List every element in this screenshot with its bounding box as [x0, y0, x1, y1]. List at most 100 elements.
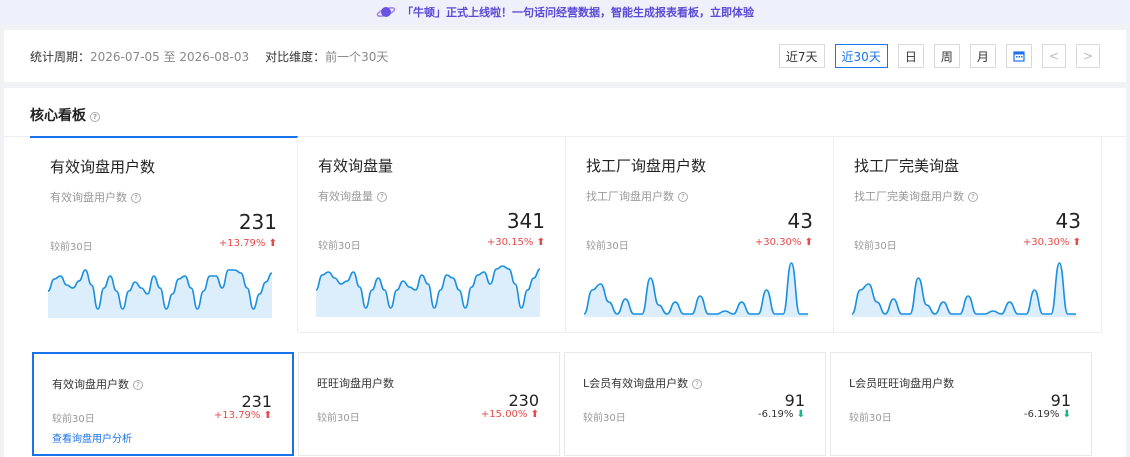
card-subtitle: 找工厂完美询盘用户数?: [854, 188, 978, 204]
metric-card[interactable]: 有效询盘用户数 有效询盘用户数? 231 较前30日 +13.79% ⬆: [30, 136, 298, 332]
range-month-button[interactable]: 月: [969, 44, 996, 68]
arrow-up-icon: ⬆: [536, 237, 545, 248]
card-subtitle-text: 找工厂完美询盘用户数: [854, 190, 964, 203]
sparkline-area: [316, 266, 540, 317]
sub-card-compare-label: 较前30日: [52, 414, 95, 425]
sub-card-value: 91: [784, 391, 805, 410]
card-subtitle: 有效询盘量?: [318, 188, 387, 204]
help-icon[interactable]: ?: [678, 192, 688, 202]
card-value: 341: [506, 209, 545, 233]
help-icon[interactable]: ?: [377, 192, 387, 202]
metric-card[interactable]: 找工厂完美询盘找工厂完美询盘用户数? 43 较前30日 +30.30% ⬆: [834, 137, 1102, 333]
sub-card-title-text: 旺旺询盘用户数: [317, 377, 394, 390]
sub-metric-card[interactable]: L会员旺旺询盘用户数 91 较前30日 -6.19% ⬇: [830, 352, 1092, 456]
sparkline-chart: [852, 262, 1076, 317]
arrow-up-icon: ⬆: [530, 409, 539, 420]
help-icon[interactable]: ?: [692, 379, 703, 389]
sub-card-change: -6.19% ⬇: [1024, 409, 1071, 420]
card-title: 找工厂完美询盘: [854, 157, 960, 175]
sub-metric-card[interactable]: 旺旺询盘用户数 230 较前30日 +15.00% ⬆: [298, 352, 560, 456]
card-compare-label: 较前30日: [854, 241, 897, 252]
sparkline-chart: [584, 262, 808, 317]
card-change: +30.15% ⬆: [487, 237, 545, 248]
planet-logo-icon: [376, 7, 396, 17]
arrow-up-icon: ⬆: [1072, 237, 1081, 248]
card-title: 有效询盘量: [318, 157, 394, 175]
prev-period-button[interactable]: <: [1041, 44, 1066, 68]
card-value: 43: [1055, 209, 1081, 233]
card-change-text: +30.30%: [1022, 237, 1070, 248]
sub-card-change-text: +13.79%: [213, 410, 261, 421]
card-change: +30.30% ⬆: [1023, 237, 1081, 248]
sub-card-change-text: +15.00%: [480, 409, 528, 420]
sparkline-area: [852, 263, 1076, 317]
arrow-down-icon: ⬇: [796, 409, 805, 420]
card-value: 231: [238, 210, 277, 234]
sparkline-chart: [316, 265, 540, 317]
range-30d-button[interactable]: 近30天: [834, 44, 888, 68]
metric-card[interactable]: 有效询盘量 有效询盘量? 341 较前30日 +30.15% ⬆: [298, 137, 566, 333]
card-subtitle-text: 有效询盘用户数: [50, 191, 127, 204]
compare-value[interactable]: 前一个30天: [325, 48, 388, 65]
compare-label: 对比维度：: [265, 49, 326, 64]
next-period-button[interactable]: >: [1075, 44, 1100, 68]
card-subtitle-text: 找工厂询盘用户数: [586, 190, 674, 203]
card-subtitle: 有效询盘用户数?: [50, 189, 141, 205]
sub-card-change: +15.00% ⬆: [481, 409, 539, 420]
arrow-up-icon: ⬆: [268, 238, 277, 249]
calendar-icon: [1013, 51, 1025, 62]
sub-metric-card[interactable]: 有效询盘用户数? 231 较前30日 +13.79% ⬆ 查看询盘用户分析: [32, 352, 294, 456]
sub-card-title: L会员旺旺询盘用户数: [849, 375, 954, 391]
range-day-button[interactable]: 日: [897, 44, 924, 68]
sub-card-change-text: -6.19%: [758, 409, 794, 420]
card-compare-label: 较前30日: [586, 241, 629, 252]
sub-card-value: 91: [1050, 391, 1071, 410]
card-change-text: +30.30%: [754, 237, 802, 248]
core-dashboard-panel: 核心看板? 有效询盘用户数 有效询盘用户数? 231 较前30日 +13.79% ⬆ 有效…: [4, 88, 1126, 457]
sub-card-title: 旺旺询盘用户数: [317, 375, 394, 391]
sparkline-area: [584, 263, 808, 317]
panel-title-text: 核心看板: [30, 108, 86, 124]
period-value[interactable]: 2026-07-05 至 2026-08-03: [90, 48, 249, 65]
range-7d-button[interactable]: 近7天: [778, 44, 825, 68]
card-subtitle: 找工厂询盘用户数?: [586, 188, 688, 204]
calendar-button[interactable]: [1005, 44, 1032, 68]
sparkline-chart: [48, 269, 272, 318]
user-analysis-link[interactable]: 查看询盘用户分析: [52, 430, 132, 445]
card-change: +13.79% ⬆: [219, 238, 277, 249]
sub-card-value: 231: [241, 392, 272, 411]
card-subtitle-text: 有效询盘量: [318, 190, 373, 203]
panel-title: 核心看板?: [30, 105, 100, 125]
sub-card-title: L会员有效询盘用户数?: [583, 375, 703, 391]
sub-card-change: -6.19% ⬇: [758, 409, 805, 420]
sub-card-compare-label: 较前30日: [849, 413, 892, 424]
sparkline-line: [584, 262, 808, 315]
sub-card-change-text: -6.19%: [1024, 409, 1060, 420]
sparkline-line: [852, 262, 1076, 315]
sub-card-compare-label: 较前30日: [583, 413, 626, 424]
help-icon[interactable]: ?: [90, 112, 100, 122]
range-week-button[interactable]: 周: [933, 44, 960, 68]
card-change: +30.30% ⬆: [755, 237, 813, 248]
banner-text: 「牛顿」正式上线啦！一句话问经营数据，智能生成报表看板，立即体验: [402, 6, 754, 19]
sub-card-title: 有效询盘用户数?: [52, 376, 143, 392]
sub-card-value: 230: [508, 391, 539, 410]
sub-card-title-text: L会员旺旺询盘用户数: [849, 377, 955, 390]
metric-card[interactable]: 找工厂询盘用户数 找工厂询盘用户数? 43 较前30日 +30.30% ⬆: [566, 137, 834, 333]
arrow-up-icon: ⬆: [263, 410, 272, 421]
help-icon[interactable]: ?: [133, 380, 143, 390]
help-icon[interactable]: ?: [131, 193, 141, 203]
sub-card-title-text: L会员有效询盘用户数: [583, 377, 689, 390]
sub-card-title-text: 有效询盘用户数: [52, 378, 129, 391]
card-title: 找工厂询盘用户数: [586, 157, 707, 175]
sub-card-compare-label: 较前30日: [317, 413, 360, 424]
card-compare-label: 较前30日: [318, 241, 361, 252]
promo-banner[interactable]: 「牛顿」正式上线啦！一句话问经营数据，智能生成报表看板，立即体验: [0, 0, 1130, 24]
card-value: 43: [787, 209, 813, 233]
card-title: 有效询盘用户数: [50, 158, 156, 176]
sub-card-change: +13.79% ⬆: [214, 410, 272, 421]
filter-bar: 统计周期： 2026-07-05 至 2026-08-03 对比维度： 前一个3…: [4, 30, 1126, 82]
arrow-down-icon: ⬇: [1062, 409, 1071, 420]
sub-metric-card[interactable]: L会员有效询盘用户数? 91 较前30日 -6.19% ⬇: [564, 352, 826, 456]
help-icon[interactable]: ?: [968, 192, 978, 202]
